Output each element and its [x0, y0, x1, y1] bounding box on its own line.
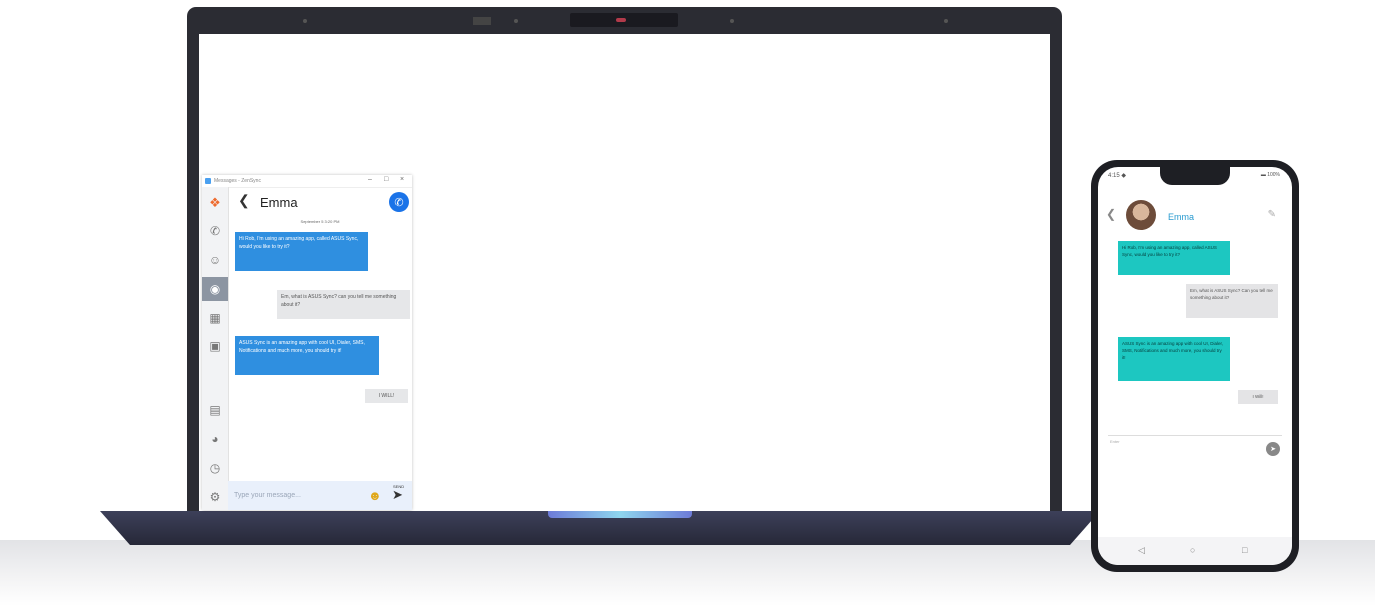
messages-icon[interactable]: ◉ — [202, 277, 228, 301]
lid-mic-dot — [944, 19, 948, 23]
window-title: Messages - ZenSync — [214, 178, 261, 184]
nav-recents-icon[interactable]: □ — [1242, 545, 1247, 555]
message-bubble-incoming: Hi Rob, I'm using an amazing app, called… — [235, 232, 368, 271]
settings-icon[interactable]: ⚙ — [202, 485, 228, 509]
avatar[interactable] — [1126, 200, 1156, 230]
contact-name: Emma — [1168, 212, 1195, 222]
send-icon[interactable]: ➤ — [392, 487, 403, 503]
contact-name: Emma — [260, 195, 298, 210]
info-icon[interactable]: ◷ — [202, 456, 228, 480]
close-button[interactable]: × — [400, 176, 404, 183]
message-input-bar: Type your message... ☻ SEND ➤ — [228, 481, 412, 510]
back-arrow-icon[interactable]: ❮ — [238, 192, 250, 209]
contacts-icon[interactable]: ☺ — [202, 248, 228, 272]
message-bubble-outgoing: Em, what is ASUS Sync? can you tell me s… — [277, 290, 410, 319]
emoji-icon[interactable]: ☻ — [368, 488, 382, 503]
chat-header: ❮ Emma ✆ — [228, 187, 412, 215]
apps-grid-icon[interactable]: ▦ — [202, 306, 228, 330]
feedback-icon[interactable]: ▤ — [202, 398, 228, 422]
message-bubble-incoming: Hi Rob, I'm using an amazing app, called… — [1118, 241, 1230, 275]
smartphone: 4:15 ◆ ▬ 100% ❮ Emma ✎ Hi Rob, I'm using… — [1091, 160, 1299, 572]
message-bubble-incoming: ASUS Sync is an amazing app with cool UI… — [1118, 337, 1230, 381]
status-time: 4:15 ◆ — [1108, 173, 1126, 179]
app-logo-icon[interactable]: ❖ — [202, 191, 228, 215]
phone-notch — [1160, 167, 1230, 185]
nav-back-icon[interactable]: ◁ — [1138, 545, 1145, 556]
phone-icon[interactable]: ✆ — [202, 219, 228, 243]
sidebar: ❖ ✆ ☺ ◉ ▦ ▣ ▤ ◕ ◷ ⚙ — [202, 187, 229, 510]
navigation-bar: ◁ ○ □ — [1098, 537, 1292, 565]
back-arrow-icon[interactable]: ❮ — [1106, 207, 1116, 221]
lid-mic-dot — [303, 19, 307, 23]
edit-icon[interactable]: ✎ — [1268, 209, 1276, 220]
app-small-logo-icon — [205, 178, 211, 184]
message-bubble-outgoing: I Will! — [1238, 390, 1278, 404]
message-input[interactable]: Type your message... — [234, 492, 301, 499]
phone-screen: 4:15 ◆ ▬ 100% ❮ Emma ✎ Hi Rob, I'm using… — [1098, 167, 1292, 565]
webcam-bar — [570, 13, 678, 27]
date-stamp: September 5 3:20 PM — [300, 219, 340, 224]
input-divider — [1108, 435, 1282, 436]
help-icon[interactable]: ◕ — [202, 427, 228, 451]
minimize-button[interactable]: – — [368, 176, 372, 183]
messages-window: Messages - ZenSync – □ × ❖ ✆ ☺ ◉ ▦ ▣ ▤ ◕… — [202, 175, 412, 510]
message-input[interactable]: Enter — [1110, 439, 1120, 444]
webcam-icon — [616, 18, 626, 22]
message-bubble-outgoing: Em, what is ASUS Sync? Can you tell me s… — [1186, 284, 1278, 318]
maximize-button[interactable]: □ — [384, 176, 388, 183]
lid-sensor — [473, 17, 491, 25]
send-icon: ➤ — [1270, 446, 1276, 453]
nav-home-icon[interactable]: ○ — [1190, 545, 1195, 555]
screen-cast-icon[interactable]: ▣ — [202, 334, 228, 358]
status-battery: ▬ 100% — [1260, 172, 1280, 178]
message-bubble-incoming: ASUS Sync is an amazing app with cool UI… — [235, 336, 379, 375]
send-button[interactable]: ➤ — [1266, 442, 1280, 456]
lid-mic-dot — [730, 19, 734, 23]
call-button[interactable]: ✆ — [389, 192, 409, 212]
phone-icon: ✆ — [394, 196, 404, 209]
lid-mic-dot — [514, 19, 518, 23]
message-bubble-outgoing: I WILL! — [365, 389, 408, 403]
laptop-light-bar — [548, 511, 692, 518]
